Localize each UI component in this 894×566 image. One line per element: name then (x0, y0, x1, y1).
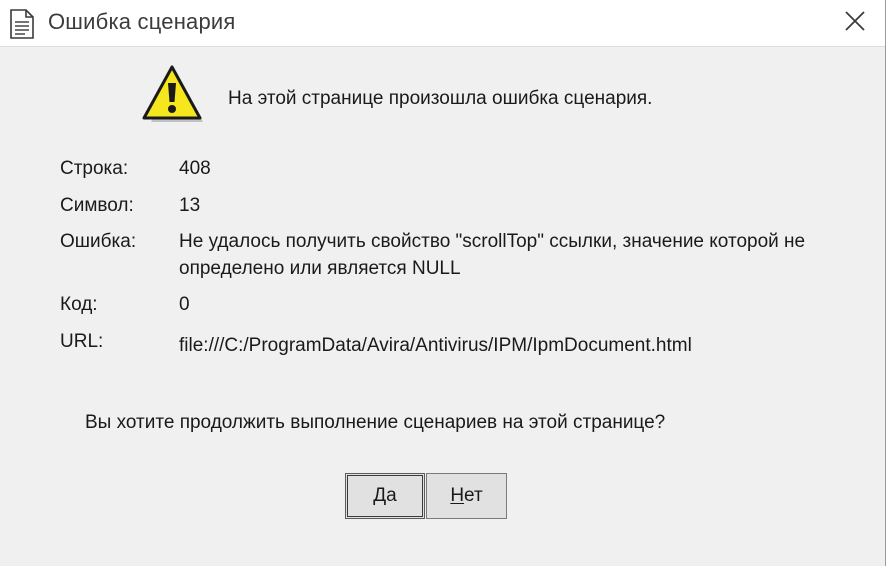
warning-icon (140, 64, 206, 128)
continue-question: Вы хотите продолжить выполнение сценарие… (85, 412, 666, 433)
close-button[interactable] (832, 4, 878, 42)
url-label: URL: (60, 331, 104, 352)
close-icon (844, 10, 866, 37)
line-label: Строка: (60, 158, 129, 179)
document-icon (9, 9, 35, 39)
no-accelerator: Н (450, 485, 465, 506)
error-label: Ошибка: (60, 231, 137, 252)
title-bar[interactable]: Ошибка сценария (0, 0, 885, 47)
error-value: Не удалось получить свойство "scrollTop"… (179, 231, 806, 279)
error-header: На этой странице произошла ошибка сценар… (228, 88, 653, 109)
yes-label-rest: а (386, 485, 397, 506)
char-value: 13 (179, 195, 201, 216)
code-value: 0 (179, 294, 190, 315)
no-label-rest: ет (464, 485, 483, 506)
char-label: Символ: (60, 195, 134, 216)
window-title: Ошибка сценария (48, 9, 236, 34)
code-label: Код: (60, 294, 98, 315)
line-value: 408 (179, 158, 211, 179)
no-button[interactable]: Нет (426, 473, 507, 519)
url-value: file:///C:/ProgramData/Avira/Antivirus/I… (179, 335, 692, 356)
yes-accelerator: Д (373, 485, 387, 506)
script-error-dialog: Ошибка сценария На этой странице произош… (0, 0, 886, 566)
yes-button[interactable]: Да (345, 473, 425, 519)
